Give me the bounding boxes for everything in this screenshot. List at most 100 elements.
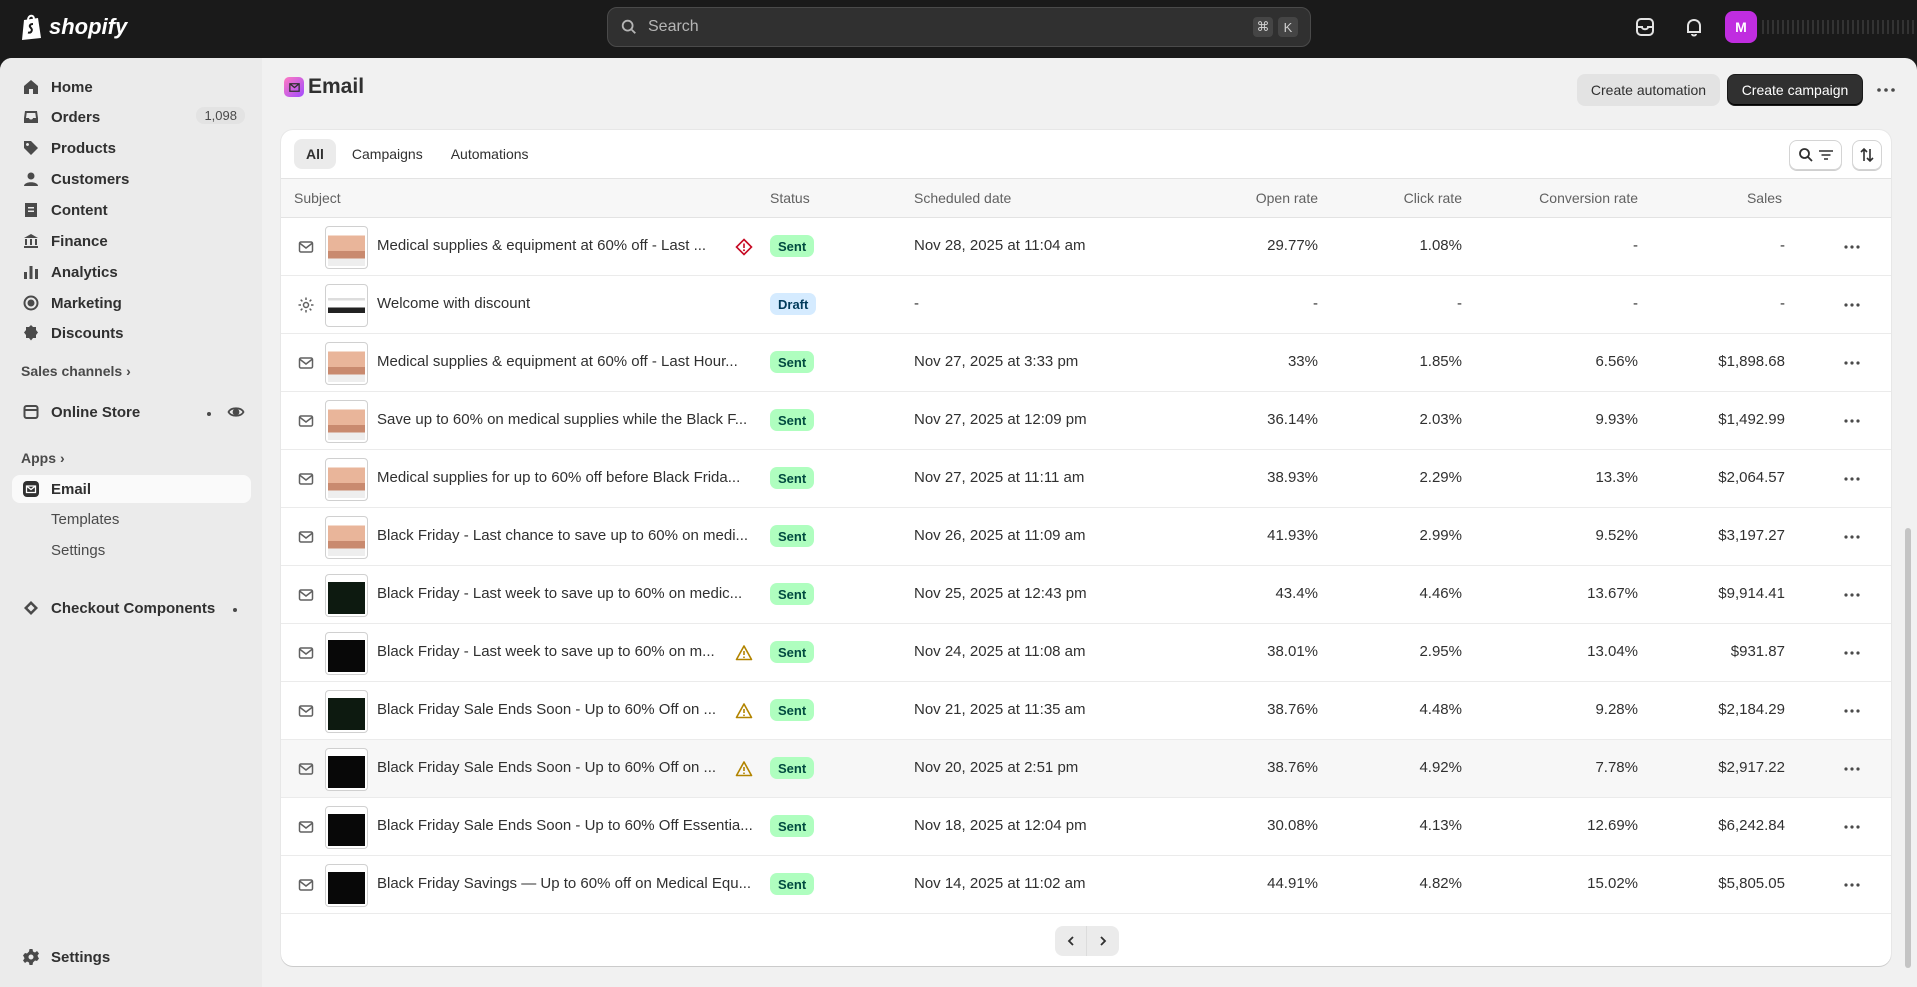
- email-subject[interactable]: Medical supplies & equipment at 60% off …: [377, 237, 757, 254]
- table-row[interactable]: Black Friday Sale Ends Soon - Up to 60% …: [281, 682, 1891, 740]
- search-icon: [621, 19, 636, 34]
- shopify-logo[interactable]: shopify: [20, 13, 127, 41]
- sidebar-item-checkout-components[interactable]: Checkout Components: [12, 594, 251, 622]
- email-subject[interactable]: Black Friday Sale Ends Soon - Up to 60% …: [377, 759, 757, 776]
- email-subject[interactable]: Black Friday - Last chance to save up to…: [377, 527, 757, 544]
- table-row[interactable]: Welcome with discount Draft - - - - -: [281, 276, 1891, 334]
- store-inbox-icon[interactable]: [1634, 16, 1656, 38]
- row-more-actions-icon[interactable]: [1838, 581, 1866, 609]
- create-campaign-button[interactable]: Create campaign: [1727, 74, 1863, 106]
- error-diamond-icon[interactable]: [735, 238, 753, 256]
- sidebar-item-settings[interactable]: Settings: [12, 943, 251, 971]
- next-page-button[interactable]: [1087, 926, 1119, 956]
- email-subject[interactable]: Black Friday Savings — Up to 60% off on …: [377, 875, 757, 892]
- email-subject[interactable]: Medical supplies & equipment at 60% off …: [377, 353, 757, 370]
- row-more-actions-icon[interactable]: [1838, 697, 1866, 725]
- warning-triangle-icon[interactable]: [735, 702, 753, 720]
- status-badge: Sent: [770, 235, 815, 257]
- table-row[interactable]: Save up to 60% on medical supplies while…: [281, 392, 1891, 450]
- row-more-actions-icon[interactable]: [1838, 233, 1866, 261]
- sidebar-item-label: Products: [51, 139, 117, 157]
- column-subject[interactable]: Subject: [294, 190, 341, 206]
- open-rate: 38.76%: [1267, 701, 1318, 718]
- row-more-actions-icon[interactable]: [1838, 813, 1866, 841]
- sidebar-item-label: Online Store: [51, 403, 141, 421]
- warning-triangle-icon[interactable]: [735, 760, 753, 778]
- email-subject[interactable]: Welcome with discount: [377, 295, 757, 312]
- row-more-actions-icon[interactable]: [1838, 871, 1866, 899]
- sidebar-item-email[interactable]: Email: [12, 475, 251, 503]
- eye-icon[interactable]: [227, 403, 245, 421]
- warning-triangle-icon[interactable]: [735, 644, 753, 662]
- email-subject[interactable]: Black Friday Sale Ends Soon - Up to 60% …: [377, 701, 757, 718]
- search-bar[interactable]: Search ⌘ K: [607, 7, 1311, 47]
- row-more-actions-icon[interactable]: [1838, 755, 1866, 783]
- column-sales[interactable]: Sales: [1641, 190, 1782, 206]
- sidebar-item-products[interactable]: Products: [12, 134, 251, 162]
- table-row[interactable]: Black Friday Savings — Up to 60% off on …: [281, 856, 1891, 914]
- email-subject[interactable]: Save up to 60% on medical supplies while…: [377, 411, 757, 428]
- sidebar-item-orders[interactable]: Orders 1,098: [12, 103, 251, 131]
- table-row[interactable]: Medical supplies & equipment at 60% off …: [281, 218, 1891, 276]
- account-menu[interactable]: M: [1725, 11, 1917, 43]
- row-more-actions-icon[interactable]: [1838, 291, 1866, 319]
- sidebar-item-online-store[interactable]: Online Store: [12, 398, 251, 426]
- email-campaign-icon: [298, 589, 314, 601]
- table-row[interactable]: Medical supplies for up to 60% off befor…: [281, 450, 1891, 508]
- sidebar-item-discounts[interactable]: Discounts: [12, 319, 251, 347]
- create-automation-button[interactable]: Create automation: [1577, 74, 1720, 106]
- status-badge: Draft: [770, 293, 817, 315]
- sidebar-item-analytics[interactable]: Analytics: [12, 258, 251, 286]
- email-campaign-icon: [298, 473, 314, 485]
- conversion-rate: 9.52%: [1595, 527, 1638, 544]
- tab-all[interactable]: All: [294, 139, 336, 169]
- sidebar-item-home[interactable]: Home: [12, 73, 251, 101]
- open-rate: -: [1313, 295, 1318, 312]
- click-rate: 1.08%: [1419, 237, 1462, 254]
- row-more-actions-icon[interactable]: [1838, 523, 1866, 551]
- table-row[interactable]: Black Friday - Last week to save up to 6…: [281, 624, 1891, 682]
- sidebar-item-label: Finance: [51, 232, 108, 250]
- table-row[interactable]: Black Friday - Last chance to save up to…: [281, 508, 1891, 566]
- page-more-actions-icon[interactable]: [1872, 76, 1900, 104]
- row-more-actions-icon[interactable]: [1838, 349, 1866, 377]
- email-subject[interactable]: Black Friday - Last week to save up to 6…: [377, 643, 757, 660]
- previous-page-button[interactable]: [1055, 926, 1087, 956]
- sidebar-item-marketing[interactable]: Marketing: [12, 289, 251, 317]
- search-filter-button[interactable]: [1789, 140, 1842, 170]
- scheduled-date: Nov 21, 2025 at 11:35 am: [914, 701, 1086, 718]
- table-row[interactable]: Black Friday - Last week to save up to 6…: [281, 566, 1891, 624]
- sales-channels-section[interactable]: Sales channels ›: [21, 363, 131, 379]
- email-subject[interactable]: Medical supplies for up to 60% off befor…: [377, 469, 757, 486]
- scheduled-date: Nov 27, 2025 at 11:11 am: [914, 469, 1085, 486]
- chevron-right-icon: [1100, 936, 1107, 946]
- apps-section[interactable]: Apps ›: [21, 450, 65, 466]
- column-scheduled-date[interactable]: Scheduled date: [914, 190, 1011, 206]
- email-subject[interactable]: Black Friday - Last week to save up to 6…: [377, 585, 757, 602]
- sales-value: $1,492.99: [1718, 411, 1785, 428]
- column-click-rate[interactable]: Click rate: [1321, 190, 1462, 206]
- sidebar-subitem-settings[interactable]: Settings: [51, 542, 105, 559]
- column-status[interactable]: Status: [770, 190, 810, 206]
- open-rate: 29.77%: [1267, 237, 1318, 254]
- sidebar-subitem-templates[interactable]: Templates: [51, 511, 119, 528]
- sidebar-item-finance[interactable]: Finance: [12, 227, 251, 255]
- table-row[interactable]: Medical supplies & equipment at 60% off …: [281, 334, 1891, 392]
- tab-automations[interactable]: Automations: [439, 139, 541, 169]
- table-row[interactable]: Black Friday Sale Ends Soon - Up to 60% …: [281, 740, 1891, 798]
- page-scrollbar[interactable]: [1905, 528, 1911, 968]
- tab-campaigns[interactable]: Campaigns: [340, 139, 435, 169]
- sort-button[interactable]: [1852, 140, 1882, 170]
- sales-value: -: [1780, 237, 1785, 254]
- row-more-actions-icon[interactable]: [1838, 407, 1866, 435]
- column-conversion-rate[interactable]: Conversion rate: [1461, 190, 1638, 206]
- email-thumbnail: [325, 806, 368, 849]
- column-open-rate[interactable]: Open rate: [1141, 190, 1318, 206]
- sidebar-item-content[interactable]: Content: [12, 196, 251, 224]
- sidebar-item-customers[interactable]: Customers: [12, 165, 251, 193]
- table-row[interactable]: Black Friday Sale Ends Soon - Up to 60% …: [281, 798, 1891, 856]
- email-subject[interactable]: Black Friday Sale Ends Soon - Up to 60% …: [377, 817, 757, 834]
- notification-bell-icon[interactable]: [1683, 16, 1705, 38]
- row-more-actions-icon[interactable]: [1838, 465, 1866, 493]
- row-more-actions-icon[interactable]: [1838, 639, 1866, 667]
